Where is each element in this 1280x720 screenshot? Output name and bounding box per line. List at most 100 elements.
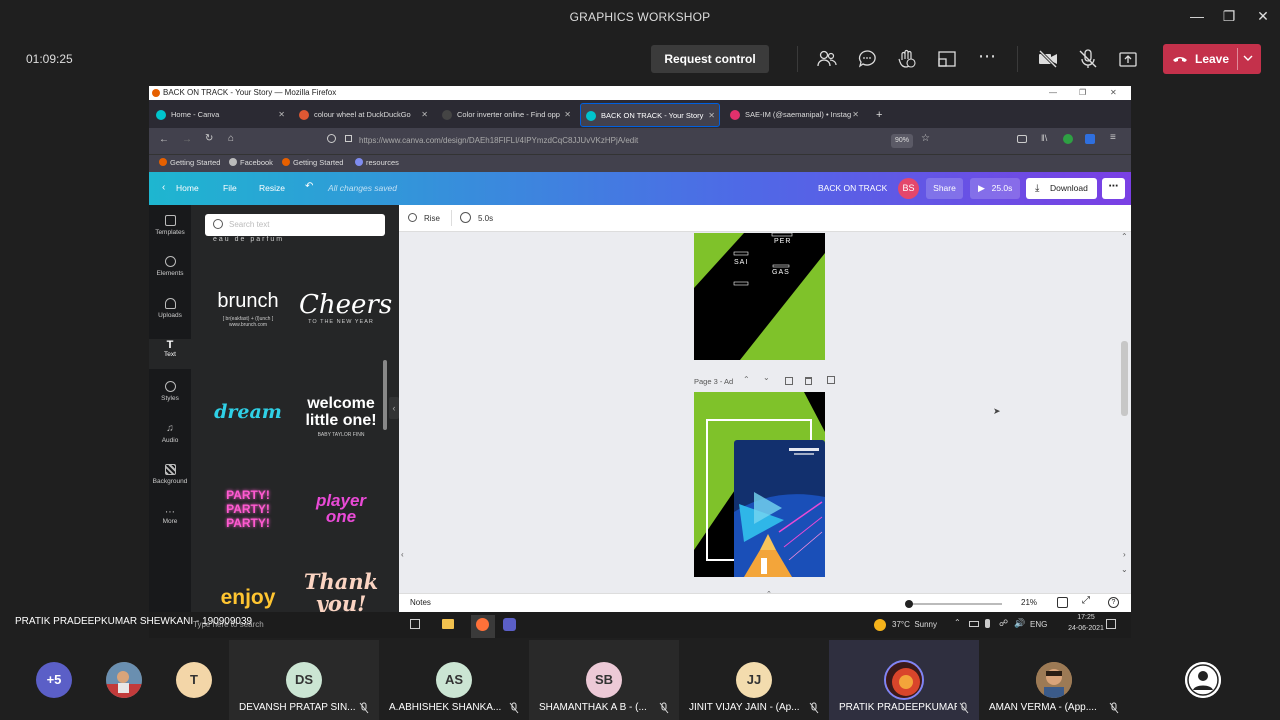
bookmark-getting-started-2[interactable]: Getting Started	[282, 158, 343, 167]
clock-date[interactable]: 24-06-2021	[1064, 625, 1108, 632]
clock-time[interactable]: 17:25	[1069, 614, 1103, 621]
rail-more[interactable]: ⋯ More	[149, 507, 191, 525]
participant-tile-presenter[interactable]: PRATIK PRADEEPKUMAR S...	[829, 640, 979, 720]
move-page-down-icon[interactable]: ⌄	[763, 373, 770, 382]
mic-off-icon[interactable]	[1077, 48, 1099, 70]
weather-text[interactable]: 37°C Sunny	[892, 620, 937, 629]
minimize-icon[interactable]: —	[1049, 86, 1057, 100]
reactions-icon[interactable]	[896, 48, 918, 70]
scroll-right-icon[interactable]: ›	[1123, 550, 1126, 559]
chat-icon[interactable]	[856, 48, 878, 70]
network-icon[interactable]: ☍	[999, 618, 1008, 629]
duplicate-page-icon[interactable]	[785, 377, 793, 385]
rooms-icon[interactable]	[936, 48, 958, 70]
text-sample-brunch[interactable]: brunch [ br(eakfast) + (l)unch ] www.bru…	[205, 290, 291, 328]
close-tab-icon[interactable]: ✕	[852, 103, 859, 127]
mic-icon[interactable]	[985, 619, 990, 628]
rail-templates[interactable]: Templates	[149, 215, 191, 236]
chevron-left-icon[interactable]: ‹	[162, 182, 165, 193]
file-menu[interactable]: File	[223, 183, 237, 193]
more-participants-badge[interactable]: +5	[36, 662, 72, 698]
tab-home-canva[interactable]: Home - Canva ✕	[151, 103, 289, 127]
rail-audio[interactable]: ♫ Audio	[149, 423, 191, 444]
zoom-slider-knob[interactable]	[905, 600, 913, 608]
chevron-down-icon[interactable]	[1243, 55, 1253, 63]
tray-chevron-icon[interactable]: ⌃	[954, 618, 961, 627]
battery-icon[interactable]	[969, 621, 979, 627]
search-text-input[interactable]: Search text	[205, 214, 385, 236]
close-icon[interactable]: ✕	[1252, 6, 1274, 26]
rail-styles[interactable]: Styles	[149, 381, 191, 402]
text-sample-player-one[interactable]: player one	[303, 492, 379, 525]
page-count-icon[interactable]	[1057, 597, 1068, 608]
chevron-up-icon[interactable]: ⌃	[766, 590, 772, 598]
avatar[interactable]	[106, 662, 142, 698]
maximize-icon[interactable]: ❐	[1218, 6, 1240, 26]
text-sample-cheers[interactable]: Cheers TO THE NEW YEAR	[299, 291, 392, 325]
text-sample-enjoy[interactable]: enjoy	[205, 586, 291, 610]
more-options-button[interactable]: ⋯	[1102, 178, 1125, 199]
tab-back-on-track[interactable]: BACK ON TRACK - Your Story ✕	[580, 103, 720, 127]
close-tab-icon[interactable]: ✕	[278, 103, 285, 127]
reload-icon[interactable]: ↻	[205, 133, 213, 144]
pocket-icon[interactable]	[1017, 135, 1027, 143]
participant-tile[interactable]: AS A.ABHISHEK SHANKA...	[379, 640, 529, 720]
add-page-icon[interactable]	[827, 376, 835, 384]
avatar[interactable]	[1185, 662, 1221, 698]
bookmark-resources[interactable]: resources	[355, 158, 399, 167]
collapse-panel-icon[interactable]: ‹	[389, 397, 399, 419]
design-page-3[interactable]	[694, 392, 825, 577]
text-sample-thank-you[interactable]: Thank you!	[299, 571, 383, 613]
fullscreen-icon[interactable]: ⤢	[1082, 595, 1090, 606]
text-sample-welcome[interactable]: welcome little one! BABY TAYLOR FINN	[299, 395, 383, 438]
avatar[interactable]: BS	[898, 178, 919, 199]
tab-color-inverter[interactable]: Color inverter online - Find opp ✕	[437, 103, 575, 127]
shield-icon[interactable]	[327, 134, 336, 143]
camera-off-icon[interactable]	[1037, 48, 1059, 70]
close-tab-icon[interactable]: ✕	[421, 103, 428, 127]
bookmark-getting-started[interactable]: Getting Started	[159, 158, 220, 167]
scroll-left-icon[interactable]: ‹	[401, 550, 404, 559]
participant-tile[interactable]: AMAN VERMA - (App....	[979, 640, 1129, 720]
volume-icon[interactable]: 🔊	[1014, 618, 1025, 629]
participants-icon[interactable]	[816, 48, 838, 70]
delete-page-icon[interactable]	[805, 377, 812, 385]
bookmark-star-icon[interactable]: ☆	[921, 133, 930, 144]
teams-icon[interactable]	[503, 618, 516, 631]
text-sample-party[interactable]: PARTY! PARTY! PARTY!	[215, 488, 281, 530]
scroll-down-icon[interactable]: ⌄	[1121, 565, 1128, 574]
notes-button[interactable]: Notes	[410, 598, 431, 607]
forward-icon[interactable]: →	[182, 134, 192, 145]
rail-elements[interactable]: Elements	[149, 256, 191, 277]
rail-text[interactable]: T Text	[149, 339, 191, 369]
design-title[interactable]: BACK ON TRACK	[818, 183, 887, 193]
download-button[interactable]: ⤓ Download	[1026, 178, 1097, 199]
participant-tile[interactable]: SB SHAMANTHAK A B - (...	[529, 640, 679, 720]
close-icon[interactable]: ✕	[1110, 86, 1117, 100]
rail-uploads[interactable]: Uploads	[149, 298, 191, 319]
panel-scrollbar[interactable]	[383, 360, 387, 430]
design-page-2[interactable]: PER SAI GAS	[694, 233, 825, 360]
library-icon[interactable]: ‖\	[1041, 133, 1047, 143]
tab-instagram[interactable]: SAE-IM (@saemanipal) • Instag ✕	[725, 103, 863, 127]
minimize-icon[interactable]: —	[1186, 6, 1208, 26]
request-control-button[interactable]: Request control	[651, 45, 769, 73]
present-button[interactable]: ▶ 25.0s	[970, 178, 1020, 199]
close-tab-icon[interactable]: ✕	[564, 103, 571, 127]
more-actions-icon[interactable]: ⋯	[976, 46, 998, 68]
maximize-icon[interactable]: ❐	[1079, 86, 1086, 100]
move-page-up-icon[interactable]: ⌃	[743, 375, 750, 384]
leave-button[interactable]: Leave	[1163, 44, 1261, 74]
text-sample-eau[interactable]: eau de parfum	[213, 236, 283, 243]
new-tab-icon[interactable]: +	[871, 103, 891, 127]
bookmark-facebook[interactable]: Facebook	[229, 158, 273, 167]
help-icon[interactable]: ?	[1108, 597, 1119, 608]
animation-button[interactable]: Rise	[424, 214, 440, 223]
zoom-percentage[interactable]: 21%	[1021, 598, 1037, 607]
home-link[interactable]: Home	[176, 183, 199, 193]
url-bar[interactable]: https://www.canva.com/design/DAEh18FIFLI…	[359, 132, 919, 150]
timing-button[interactable]: 5.0s	[478, 214, 493, 223]
language-indicator[interactable]: ENG	[1030, 620, 1047, 629]
zoom-level-badge[interactable]: 90%	[891, 134, 913, 148]
page-3-title[interactable]: Page 3 - Ad	[694, 377, 733, 386]
